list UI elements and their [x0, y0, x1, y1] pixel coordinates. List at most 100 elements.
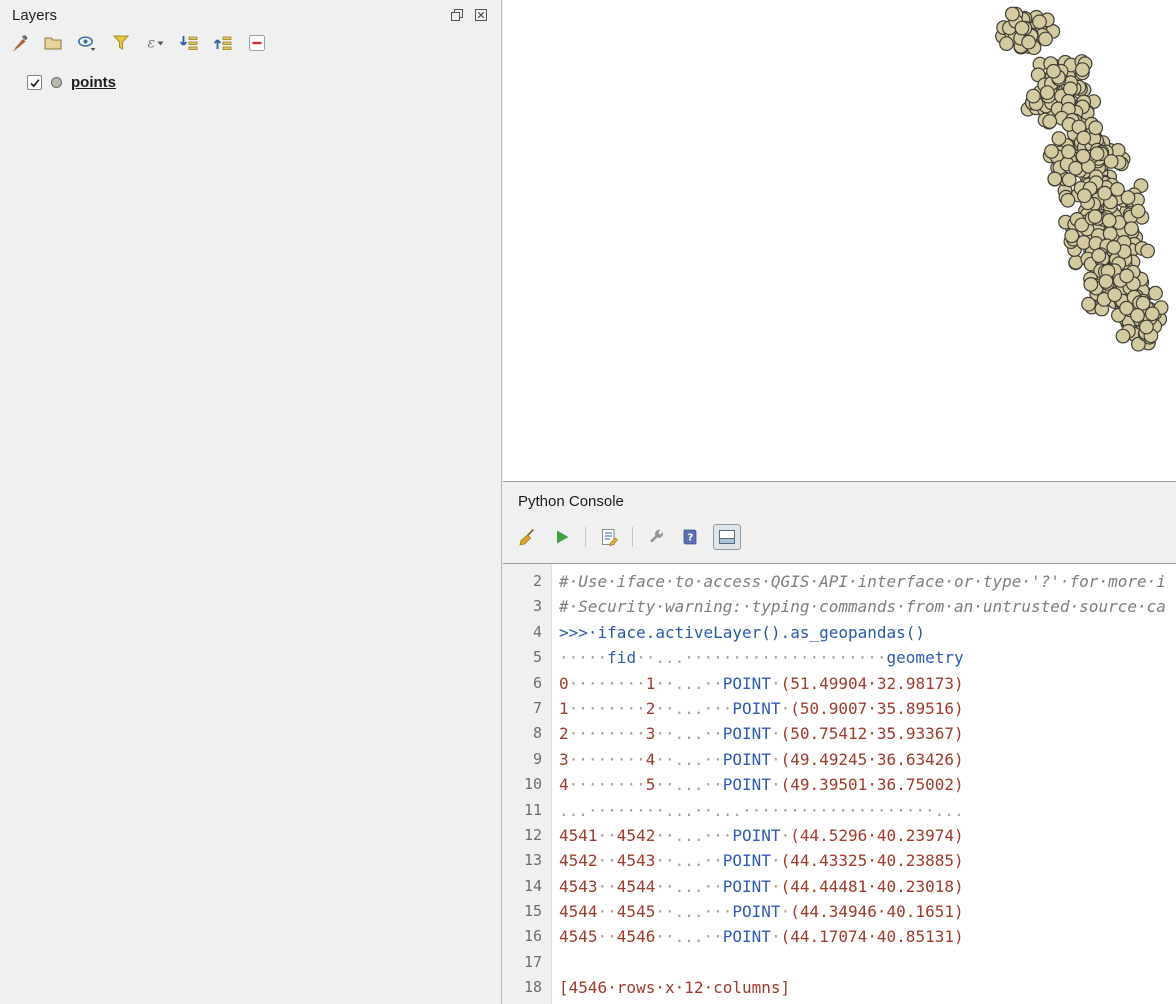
console-line: 71········2··...···POINT·(50.9007·35.895…	[503, 696, 1176, 721]
layer-name-label[interactable]: points	[71, 74, 116, 91]
line-text: [4546·rows·x·12·columns]	[551, 975, 790, 1000]
run-command-icon	[552, 527, 572, 547]
python-console-title: Python Console	[518, 493, 624, 510]
line-number: 2	[503, 569, 551, 594]
console-line: 18[4546·rows·x·12·columns]	[503, 975, 1176, 1000]
line-text: >>>·	[551, 1001, 598, 1004]
console-line: 2#·Use·iface·to·access·QGIS·API·interfac…	[503, 569, 1176, 594]
show-editor-icon	[599, 527, 619, 547]
line-text: 4543··4544··...··POINT·(44.44481·40.2301…	[551, 874, 964, 899]
dock-toggle-button[interactable]	[713, 524, 741, 550]
line-text: 4541··4542··...···POINT·(44.5296·40.2397…	[551, 823, 964, 848]
qgis-window: Layers	[0, 0, 1176, 1004]
run-command-button[interactable]	[551, 526, 573, 548]
console-line: 124541··4542··...···POINT·(44.5296·40.23…	[503, 823, 1176, 848]
console-line: 5·····fid··...·····················geome…	[503, 645, 1176, 670]
line-number: 3	[503, 594, 551, 619]
line-number: 9	[503, 747, 551, 772]
map-canvas[interactable]	[503, 0, 1176, 482]
line-number: 5	[503, 645, 551, 670]
expand-all-button[interactable]	[178, 32, 200, 54]
filter-expression-button[interactable]: ε	[144, 32, 166, 54]
close-panel-button[interactable]	[473, 7, 489, 23]
help-icon: ?	[680, 527, 700, 547]
remove-layer-icon	[247, 33, 267, 53]
manage-map-themes-button[interactable]	[76, 32, 98, 54]
filter-expression-icon: ε	[145, 33, 165, 53]
layers-toolbar: ε	[0, 30, 501, 58]
add-group-button[interactable]	[42, 32, 64, 54]
line-text: #·Use·iface·to·access·QGIS·API·interface…	[551, 569, 1166, 594]
map-points-layer	[503, 0, 1176, 481]
layer-styling-button[interactable]	[8, 32, 30, 54]
collapse-all-icon	[213, 33, 233, 53]
close-panel-icon	[474, 8, 488, 22]
line-text: ...········...··...····················.…	[551, 798, 964, 823]
clear-console-button[interactable]	[517, 526, 539, 548]
line-number: 15	[503, 899, 551, 924]
line-text: >>>·iface.activeLayer().as_geopandas()	[551, 620, 925, 645]
layer-row-points[interactable]: points	[0, 74, 501, 91]
console-line: 17	[503, 950, 1176, 975]
filter-legend-funnel-icon	[111, 33, 131, 53]
line-text: #·Security·warning:·typing·commands·from…	[551, 594, 1166, 619]
console-line: 93········4··...··POINT·(49.49245·36.634…	[503, 747, 1176, 772]
console-line: 144543··4544··...··POINT·(44.44481·40.23…	[503, 874, 1176, 899]
layer-tree: points	[0, 74, 501, 91]
line-number: 19	[503, 1001, 551, 1004]
collapse-all-button[interactable]	[212, 32, 234, 54]
line-number: 11	[503, 798, 551, 823]
console-line: 134542··4543··...··POINT·(44.43325·40.23…	[503, 848, 1176, 873]
add-group-icon	[43, 33, 63, 53]
toolbar-separator	[585, 527, 586, 547]
help-button[interactable]: ?	[679, 526, 701, 548]
console-line: 4>>>·iface.activeLayer().as_geopandas()	[503, 620, 1176, 645]
expand-all-icon	[179, 33, 199, 53]
line-number: 13	[503, 848, 551, 873]
line-number: 12	[503, 823, 551, 848]
checkmark-icon	[29, 77, 41, 89]
console-line: 82········3··...··POINT·(50.75412·35.933…	[503, 721, 1176, 746]
console-line: 11...········...··...···················…	[503, 798, 1176, 823]
clear-console-icon	[518, 527, 538, 547]
point-layer-symbol-icon	[51, 77, 62, 88]
line-number: 6	[503, 671, 551, 696]
options-icon	[646, 527, 666, 547]
svg-text:?: ?	[688, 533, 694, 544]
line-text: 4545··4546··...··POINT·(44.17074·40.8513…	[551, 924, 964, 949]
layer-styling-brush-icon	[9, 33, 29, 53]
console-line: 19>>>·	[503, 1001, 1176, 1004]
layer-visibility-checkbox[interactable]	[27, 75, 42, 90]
line-number: 18	[503, 975, 551, 1000]
line-text: 4542··4543··...··POINT·(44.43325·40.2388…	[551, 848, 964, 873]
line-text: 2········3··...··POINT·(50.75412·35.9336…	[551, 721, 964, 746]
line-text	[551, 950, 559, 975]
show-editor-button[interactable]	[598, 526, 620, 548]
line-number: 16	[503, 924, 551, 949]
dock-toggle-icon	[717, 527, 737, 547]
layers-panel-title: Layers	[12, 7, 57, 24]
map-themes-eye-icon	[77, 33, 97, 53]
line-number: 17	[503, 950, 551, 975]
remove-layer-button[interactable]	[246, 32, 268, 54]
line-text: 1········2··...···POINT·(50.9007·35.8951…	[551, 696, 964, 721]
float-panel-icon	[450, 8, 464, 22]
python-console-toolbar: ?	[517, 524, 741, 550]
line-number: 8	[503, 721, 551, 746]
line-text: 4544··4545··...···POINT·(44.34946·40.165…	[551, 899, 964, 924]
line-number: 14	[503, 874, 551, 899]
float-panel-button[interactable]	[449, 7, 465, 23]
svg-text:ε: ε	[148, 36, 156, 52]
console-lines: 2#·Use·iface·to·access·QGIS·API·interfac…	[503, 569, 1176, 1004]
options-button[interactable]	[645, 526, 667, 548]
line-text: 0········1··...··POINT·(51.49904·32.9817…	[551, 671, 964, 696]
line-text: 4········5··...··POINT·(49.39501·36.7500…	[551, 772, 964, 797]
filter-legend-button[interactable]	[110, 32, 132, 54]
line-number: 10	[503, 772, 551, 797]
console-line: 164545··4546··...··POINT·(44.17074·40.85…	[503, 924, 1176, 949]
line-number: 4	[503, 620, 551, 645]
console-output[interactable]: 2#·Use·iface·to·access·QGIS·API·interfac…	[503, 563, 1176, 1004]
console-line: 3#·Security·warning:·typing·commands·fro…	[503, 594, 1176, 619]
console-line: 60········1··...··POINT·(51.49904·32.981…	[503, 671, 1176, 696]
line-text: ·····fid··...·····················geomet…	[551, 645, 964, 670]
